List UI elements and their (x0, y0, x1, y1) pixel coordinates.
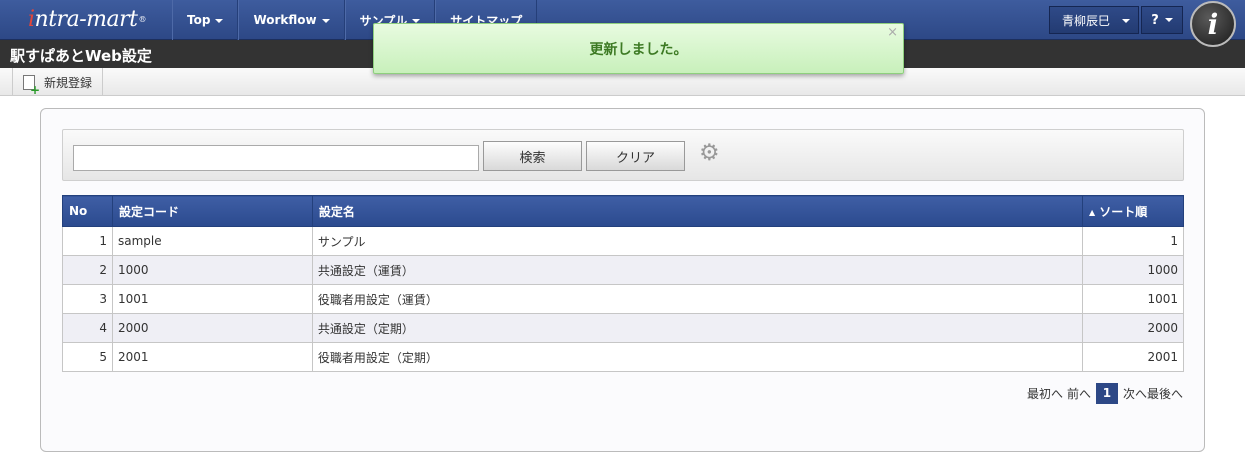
main-panel: 検索 クリア ⚙ No 設定コード 設定名 ▲ ソート順 1 sample サンプ… (40, 108, 1205, 452)
cell-no: 1 (62, 226, 113, 256)
notification-message: 更新しました。 (589, 42, 688, 58)
column-header-name[interactable]: 設定名 (311, 195, 1084, 227)
cell-no: 2 (62, 255, 113, 285)
sort-ascending-icon: ▲ (1089, 207, 1096, 217)
gear-icon[interactable]: ⚙ (699, 141, 723, 165)
search-area: 検索 クリア ⚙ (62, 129, 1184, 181)
nav-workflow[interactable]: Workflow (238, 0, 345, 40)
clear-button[interactable]: クリア (586, 141, 685, 171)
user-name: 青柳辰巳 (1062, 13, 1111, 28)
pager-first-link[interactable]: 最初へ (1027, 385, 1063, 402)
pager-last-link[interactable]: 最後へ (1147, 385, 1183, 402)
table-header-row: No 設定コード 設定名 ▲ ソート順 (62, 195, 1184, 227)
intra-mart-logo[interactable]: intra-mart® (28, 4, 146, 36)
search-input[interactable] (73, 145, 479, 171)
table-row[interactable]: 2 1000 共通設定（運賃） 1000 (62, 255, 1184, 285)
cell-code: 1001 (111, 284, 313, 314)
cell-no: 3 (62, 284, 113, 314)
success-notification: × 更新しました。 (373, 23, 904, 74)
cell-name: 役職者用設定（定期） (311, 342, 1084, 372)
table-row[interactable]: 4 2000 共通設定（定期） 2000 (62, 313, 1184, 343)
pager-prev-link[interactable]: 前へ (1067, 385, 1091, 402)
cell-code: 2000 (111, 313, 313, 343)
cell-code: 1000 (111, 255, 313, 285)
table-row[interactable]: 3 1001 役職者用設定（運賃） 1001 (62, 284, 1184, 314)
column-header-code[interactable]: 設定コード (111, 195, 313, 227)
cell-sort: 2000 (1082, 313, 1184, 343)
nav-top[interactable]: Top (172, 0, 239, 40)
new-registration-button[interactable]: 新規登録 (12, 68, 104, 96)
cell-name: 共通設定（定期） (311, 313, 1084, 343)
column-header-sort[interactable]: ▲ ソート順 (1082, 195, 1184, 227)
pager-next-link[interactable]: 次へ (1123, 385, 1147, 402)
cell-no: 5 (62, 342, 113, 372)
user-menu-button[interactable]: 青柳辰巳 (1049, 6, 1139, 34)
search-button[interactable]: 検索 (483, 141, 582, 171)
close-icon[interactable]: × (887, 25, 898, 40)
cell-sort: 1000 (1082, 255, 1184, 285)
chevron-down-icon (1164, 18, 1173, 22)
cell-code: 2001 (111, 342, 313, 372)
new-registration-label: 新規登録 (44, 75, 93, 90)
nav-top-label: Top (187, 13, 211, 27)
table-row[interactable]: 1 sample サンプル 1 (62, 226, 1184, 256)
nav-workflow-label: Workflow (253, 13, 317, 27)
settings-table: No 設定コード 設定名 ▲ ソート順 1 sample サンプル 1 2 100… (62, 195, 1184, 372)
cell-no: 4 (62, 313, 113, 343)
brand-info-icon[interactable]: i (1190, 1, 1236, 47)
page-title: 駅すぱあとWeb設定 (10, 47, 152, 65)
column-header-no[interactable]: No (62, 195, 113, 227)
new-document-icon (23, 74, 40, 95)
cell-name: 役職者用設定（運賃） (311, 284, 1084, 314)
cell-sort: 1001 (1082, 284, 1184, 314)
help-menu-button[interactable]: ? (1141, 6, 1183, 34)
table-row[interactable]: 5 2001 役職者用設定（定期） 2001 (62, 342, 1184, 372)
chevron-down-icon (215, 19, 224, 23)
cell-name: 共通設定（運賃） (311, 255, 1084, 285)
pagination: 最初へ 前へ 1 次へ 最後へ (1027, 383, 1183, 404)
cell-code: sample (111, 226, 313, 256)
chevron-down-icon (321, 19, 330, 23)
chevron-down-icon (1122, 19, 1130, 23)
help-label: ? (1151, 12, 1159, 28)
cell-sort: 1 (1082, 226, 1184, 256)
pager-current-page[interactable]: 1 (1095, 383, 1118, 404)
cell-name: サンプル (311, 226, 1084, 256)
cell-sort: 2001 (1082, 342, 1184, 372)
